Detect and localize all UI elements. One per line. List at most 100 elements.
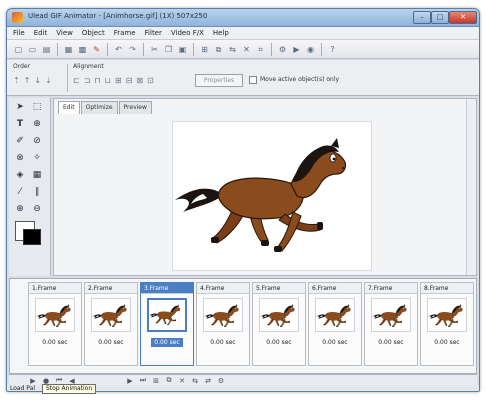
menu-file[interactable]: File [13,27,25,39]
distribute-vertical-icon[interactable]: ⊡ [147,76,154,85]
open-file-icon[interactable]: ▭ [27,44,38,55]
menu-object[interactable]: Object [82,27,105,39]
wizard-icon[interactable]: ✎ [91,44,102,55]
lasso-tool-icon[interactable]: ⊘ [30,135,44,148]
zoom-in-tool-icon[interactable]: ⊕ [13,203,27,216]
properties-icon[interactable]: ⚙ [217,377,225,385]
add-frame-icon[interactable]: ⊞ [152,377,160,385]
paintbrush-tool-icon[interactable]: ✐ [13,135,27,148]
image-canvas[interactable] [172,121,372,271]
fill-tool-icon[interactable]: ◈ [13,169,27,182]
undo-icon[interactable]: ↶ [113,44,124,55]
align-bottom-icon[interactable]: ⊟ [126,76,133,85]
maximize-button[interactable]: □ [431,11,449,24]
frame-item[interactable]: 4.Frame 0.00 sec [196,282,250,366]
transform-tool-icon[interactable]: ⊕ [30,118,44,131]
frame-label: 6.Frame [309,283,361,294]
tab-optimize[interactable]: Optimize [80,101,118,114]
frame-tween-icon[interactable]: ⇆ [227,44,238,55]
delete-icon[interactable]: ✕ [241,44,252,55]
move-active-checkbox[interactable] [249,76,257,84]
pen-tool-icon[interactable]: ∥ [30,186,44,199]
distribute-horizontal-icon[interactable]: ⊠ [136,76,143,85]
toolbar-separator [271,42,272,56]
frame-delay[interactable]: 0.00 sec [29,339,81,346]
frame-thumbnail [91,298,131,332]
add-image-icon[interactable]: ▦ [63,44,74,55]
order-icons: ⇡ ↑ ↓ ⇣ [13,76,52,85]
vertical-scrollbar[interactable] [466,99,476,275]
cut-icon[interactable]: ✂ [149,44,160,55]
menu-edit[interactable]: Edit [34,27,48,39]
magic-wand-tool-icon[interactable]: ✧ [30,152,44,165]
tab-preview[interactable]: Preview [118,101,152,114]
duplicate-frame-icon[interactable]: ⧉ [165,376,173,385]
save-icon[interactable]: ▤ [41,44,52,55]
last-frame-icon[interactable]: ⏭ [139,376,147,385]
toolbar-separator [321,42,322,56]
frame-item[interactable]: 7.Frame 0.00 sec [364,282,418,366]
align-right-icon[interactable]: ⊓ [94,76,100,85]
delete-frame-icon[interactable]: ✕ [178,377,186,385]
menu-filter[interactable]: Filter [145,27,162,39]
align-middle-icon[interactable]: ⊞ [115,76,122,85]
frame-duplicate-icon[interactable]: ⧉ [213,44,224,55]
title-bar[interactable]: Ulead GIF Animator - [Animhorse.gif] (1X… [7,9,479,27]
frame-delay[interactable]: 0.00 sec [141,339,193,346]
frame-item[interactable]: 6.Frame 0.00 sec [308,282,362,366]
reverse-icon[interactable]: ⇄ [204,377,212,385]
align-top-icon[interactable]: ⊔ [105,76,111,85]
marquee-tool-icon[interactable]: ⬚ [30,101,44,114]
menu-frame[interactable]: Frame [114,27,136,39]
frame-item[interactable]: 8.Frame 0.00 sec [420,282,474,366]
frame-insert-icon[interactable]: ⊞ [199,44,210,55]
browser-preview-icon[interactable]: ◉ [305,44,316,55]
properties-button[interactable]: Properties [195,74,243,87]
context-help-icon[interactable]: ? [327,44,338,55]
add-video-icon[interactable]: ▩ [77,44,88,55]
eyedropper-tool-icon[interactable]: ⁄ [13,186,27,199]
frame-delay[interactable]: 0.00 sec [253,339,305,346]
menu-view[interactable]: View [56,27,73,39]
optimize-icon[interactable]: ⚙ [277,44,288,55]
frame-delay[interactable]: 0.00 sec [421,339,473,346]
send-to-back-icon[interactable]: ⇣ [45,76,52,85]
tween-icon[interactable]: ⇆ [191,377,199,385]
frame-item[interactable]: 2.Frame 0.00 sec [84,282,138,366]
frame-delay[interactable]: 0.00 sec [197,339,249,346]
crop-icon[interactable]: ⌗ [255,44,266,55]
preview-icon[interactable]: ▶ [291,44,302,55]
menu-video-fx[interactable]: Video F/X [171,27,204,39]
next-frame-icon[interactable]: ▶ [126,377,134,385]
paste-icon[interactable]: ▣ [177,44,188,55]
pointer-tool-icon[interactable]: ➤ [13,101,27,114]
close-button[interactable]: ✕ [449,11,477,24]
minimize-button[interactable]: – [413,11,431,24]
send-backward-icon[interactable]: ↓ [34,76,41,85]
zoom-out-tool-icon[interactable]: ⊖ [30,203,44,216]
clone-tool-icon[interactable]: ⊗ [13,152,27,165]
copy-icon[interactable]: ❐ [163,44,174,55]
menu-help[interactable]: Help [213,27,229,39]
alignment-label: Alignment [73,63,104,70]
frame-thumbnail [203,298,243,332]
frame-item[interactable]: 5.Frame 0.00 sec [252,282,306,366]
redo-icon[interactable]: ↷ [127,44,138,55]
foreground-color-swatch[interactable] [23,229,41,245]
tab-edit[interactable]: Edit [58,101,80,114]
play-icon[interactable]: ▶ [29,377,37,385]
window-title: Ulead GIF Animator - [Animhorse.gif] (1X… [28,12,208,20]
frame-delay[interactable]: 0.00 sec [309,339,361,346]
bring-forward-icon[interactable]: ↑ [24,76,31,85]
frame-item-selected[interactable]: 3.Frame 0.00 sec [140,282,194,366]
toolbar-separator [143,42,144,56]
bring-to-front-icon[interactable]: ⇡ [13,76,20,85]
align-left-icon[interactable]: ⊏ [73,76,80,85]
frame-item[interactable]: 1.Frame 0.00 sec [28,282,82,366]
eraser-tool-icon[interactable]: ▦ [30,169,44,182]
new-file-icon[interactable]: ▢ [13,44,24,55]
frame-delay[interactable]: 0.00 sec [85,339,137,346]
text-tool-icon[interactable]: T [13,118,27,131]
frame-delay[interactable]: 0.00 sec [365,339,417,346]
align-center-icon[interactable]: ⊐ [84,76,91,85]
